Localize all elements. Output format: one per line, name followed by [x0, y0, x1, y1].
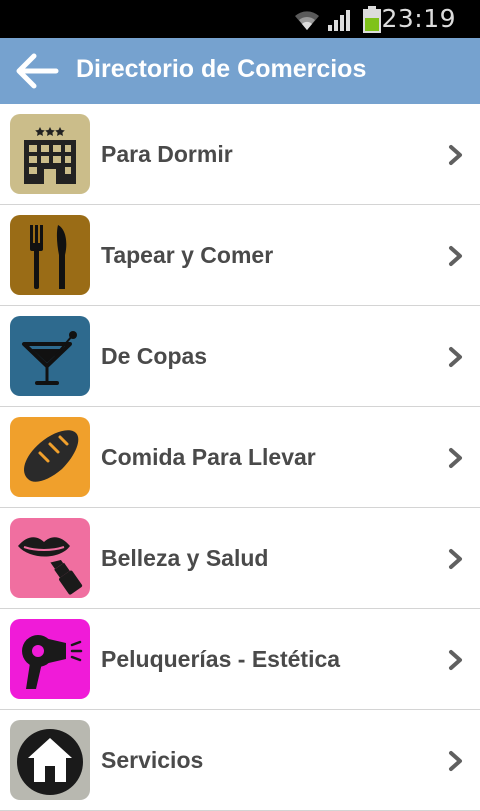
- home-icon: [10, 720, 90, 800]
- hair-dryer-icon: [10, 619, 90, 699]
- wifi-icon: [295, 11, 319, 30]
- list-item-comida-para-llevar[interactable]: Comida Para Llevar: [0, 407, 480, 508]
- list-item-de-copas[interactable]: De Copas: [0, 306, 480, 407]
- arrow-left-icon[interactable]: [14, 52, 60, 90]
- page-title: Directorio de Comercios: [76, 55, 367, 83]
- list-item-label: Para Dormir: [101, 141, 233, 167]
- chevron-right-icon: [449, 347, 462, 367]
- action-bar: Directorio de Comercios: [0, 38, 480, 104]
- chevron-right-icon: [449, 246, 462, 266]
- chevron-right-icon: [449, 448, 462, 468]
- bread-icon: [10, 417, 90, 497]
- category-list: Para Dormir Tapear y Comer De Copas Comi…: [0, 104, 480, 811]
- list-item-servicios[interactable]: Servicios: [0, 710, 480, 811]
- list-item-label: Servicios: [101, 747, 204, 773]
- chevron-right-icon: [449, 145, 462, 165]
- list-item-peluquerias-estetica[interactable]: Peluquerías - Estética: [0, 609, 480, 710]
- list-item-label: De Copas: [101, 343, 208, 369]
- list-item-para-dormir[interactable]: Para Dormir: [0, 104, 480, 205]
- list-item-label: Tapear y Comer: [101, 242, 274, 268]
- list-item-label: Comida Para Llevar: [101, 444, 316, 470]
- signal-icon: [328, 10, 350, 31]
- chevron-right-icon: [449, 549, 462, 569]
- list-item-belleza-y-salud[interactable]: Belleza y Salud: [0, 508, 480, 609]
- list-item-tapear-y-comer[interactable]: Tapear y Comer: [0, 205, 480, 306]
- chevron-right-icon: [449, 650, 462, 670]
- status-bar: 23:19: [0, 0, 480, 38]
- list-item-label: Peluquerías - Estética: [101, 646, 341, 672]
- cocktail-icon: [10, 316, 90, 396]
- battery-icon: [363, 6, 381, 33]
- fork-knife-icon: [10, 215, 90, 295]
- chevron-right-icon: [449, 751, 462, 771]
- hotel-icon: [10, 114, 90, 194]
- lips-lipstick-icon: [10, 518, 90, 598]
- list-item-label: Belleza y Salud: [101, 545, 269, 571]
- status-clock: 23:19: [381, 4, 456, 33]
